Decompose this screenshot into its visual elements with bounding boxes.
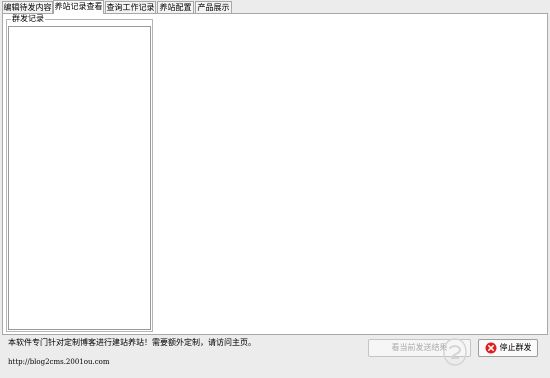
tab-site-records[interactable]: 养站记录查看 bbox=[53, 0, 104, 14]
homepage-link[interactable]: http://blog2cms.2001ou.com bbox=[8, 358, 109, 367]
tab-edit-content[interactable]: 编辑待发内容 bbox=[2, 1, 53, 13]
record-detail-pane[interactable] bbox=[155, 14, 547, 334]
view-send-result-button[interactable]: 看当前发送结果 bbox=[368, 339, 471, 357]
stop-send-button[interactable]: 停止群发 bbox=[478, 339, 538, 357]
footer-notice: 本软件专门针对定制博客进行建站养站！需要额外定制，请访问主页。 bbox=[8, 338, 256, 347]
stop-send-label: 停止群发 bbox=[499, 343, 532, 352]
tab-content-panel: 群发记录 bbox=[2, 13, 548, 335]
tab-products[interactable]: 产品展示 bbox=[195, 1, 232, 13]
tab-bar: 编辑待发内容 养站记录查看 查询工作记录 养站配置 产品展示 bbox=[0, 0, 550, 14]
group-title: 群发记录 bbox=[11, 14, 45, 24]
tab-site-config[interactable]: 养站配置 bbox=[157, 1, 194, 13]
stop-x-icon bbox=[485, 342, 496, 354]
tab-work-records[interactable]: 查询工作记录 bbox=[105, 1, 156, 13]
send-records-group: 群发记录 bbox=[6, 14, 153, 332]
send-records-list[interactable] bbox=[8, 26, 151, 330]
